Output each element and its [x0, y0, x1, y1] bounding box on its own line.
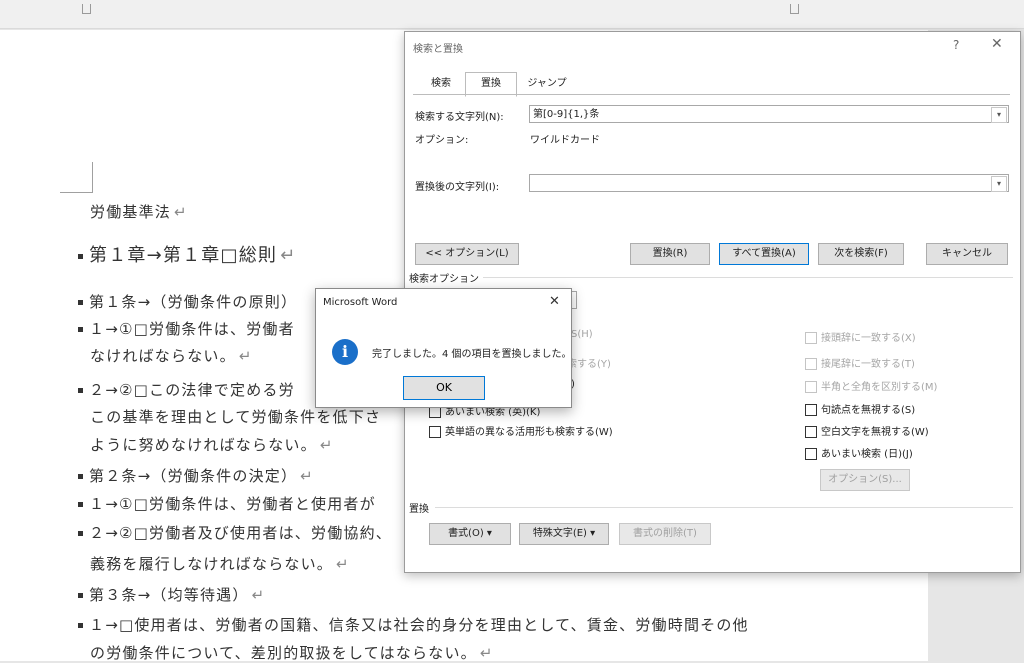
- message-box-body: i 完了しました。4 個の項目を置換しました。 OK: [317, 319, 572, 406]
- replace-input[interactable]: ▾: [529, 174, 1009, 192]
- dialog-title: 検索と置換: [413, 44, 463, 55]
- doc-line: １→□使用者は、労働者の国籍、信条又は社会的身分を理由として、賃金、労働時間その…: [78, 614, 749, 635]
- checkbox-icon[interactable]: [805, 448, 817, 460]
- search-options-header: 検索オプション: [409, 274, 479, 285]
- right-indent-marker-icon[interactable]: [790, 4, 799, 14]
- checkbox-icon[interactable]: [805, 426, 817, 438]
- tab-divider: [413, 94, 1010, 95]
- message-box-title: Microsoft Word: [323, 297, 398, 308]
- fuzzy-options-button[interactable]: オプション(S)...: [820, 469, 910, 491]
- find-next-button[interactable]: 次を検索(F): [818, 243, 904, 265]
- message-box: Microsoft Word ✕ i 完了しました。4 個の項目を置換しました。…: [315, 288, 572, 408]
- chevron-down-icon[interactable]: ▾: [991, 176, 1007, 192]
- less-options-button[interactable]: << オプション(L): [415, 243, 519, 265]
- section-divider: [435, 507, 1013, 508]
- section-divider: [483, 277, 1013, 278]
- word-forms-checkbox[interactable]: 英単語の異なる活用形も検索する(W): [429, 423, 613, 438]
- special-button[interactable]: 特殊文字(E) ▾: [519, 523, 609, 545]
- chevron-down-icon[interactable]: ▾: [991, 107, 1007, 123]
- doc-line: 第１条→（労働条件の原則）: [78, 291, 297, 312]
- doc-line: １→①□労働条件は、労働者: [78, 318, 295, 339]
- match-width-checkbox[interactable]: 半角と全角を区別する(M): [805, 378, 937, 393]
- doc-line: ２→②□この法律で定める労: [78, 379, 295, 400]
- doc-title: 労働基準法 ↵: [90, 203, 188, 221]
- close-icon[interactable]: ✕: [549, 294, 560, 309]
- doc-line: 第２条→（労働条件の決定） ↵: [78, 465, 314, 486]
- margin-crop-mark: [60, 162, 93, 193]
- format-button[interactable]: 書式(O) ▾: [429, 523, 511, 545]
- replace-section-header: 置換: [409, 504, 429, 515]
- doc-line: の労働条件について、差別的取扱をしてはならない。 ↵: [90, 644, 494, 662]
- cancel-button[interactable]: キャンセル: [926, 243, 1008, 265]
- match-prefix-checkbox[interactable]: 接頭辞に一致する(X): [805, 329, 916, 344]
- indent-marker-icon[interactable]: [82, 4, 91, 14]
- doc-line: なければならない。 ↵: [90, 347, 253, 365]
- replace-label: 置換後の文字列(I):: [415, 182, 500, 193]
- find-value: 第[0-9]{1,}条: [533, 109, 600, 120]
- options-label: オプション:: [415, 135, 469, 146]
- checkbox-icon[interactable]: [805, 381, 817, 393]
- options-value: ワイルドカード: [530, 135, 600, 146]
- info-icon: i: [332, 339, 358, 365]
- find-label: 検索する文字列(N):: [415, 112, 504, 123]
- tab-goto[interactable]: ジャンプ: [517, 72, 577, 96]
- fuzzy-japanese-checkbox[interactable]: あいまい検索 (日)(J): [805, 445, 913, 460]
- replace-all-button[interactable]: すべて置換(A): [719, 243, 809, 265]
- doc-line: ２→②□労働者及び使用者は、労働協約、: [78, 522, 392, 543]
- doc-line: １→①□労働条件は、労働者と使用者が: [78, 493, 376, 514]
- doc-line: 第１章→第１章□総則 ↵: [78, 241, 296, 267]
- find-input[interactable]: 第[0-9]{1,}条 ▾: [529, 105, 1009, 123]
- ok-button[interactable]: OK: [403, 376, 485, 400]
- doc-line: ように努めなければならない。 ↵: [90, 436, 334, 454]
- checkbox-icon[interactable]: [805, 358, 817, 370]
- checkbox-icon[interactable]: [429, 426, 441, 438]
- ribbon-bottom-strip: [0, 0, 1024, 29]
- partial-option-text: S(H): [571, 329, 593, 340]
- checkbox-icon[interactable]: [805, 332, 817, 344]
- no-formatting-button[interactable]: 書式の削除(T): [619, 523, 711, 545]
- replace-button[interactable]: 置換(R): [630, 243, 710, 265]
- tab-find[interactable]: 検索: [415, 72, 467, 96]
- doc-line: この基準を理由として労働条件を低下さ: [90, 408, 382, 426]
- help-button[interactable]: ?: [953, 38, 959, 52]
- ignore-punctuation-checkbox[interactable]: 句読点を無視する(S): [805, 401, 915, 416]
- match-suffix-checkbox[interactable]: 接尾辞に一致する(T): [805, 355, 915, 370]
- message-text: 完了しました。4 個の項目を置換しました。: [372, 349, 572, 360]
- ignore-whitespace-checkbox[interactable]: 空白文字を無視する(W): [805, 423, 929, 438]
- close-icon[interactable]: ✕: [991, 36, 1003, 52]
- doc-line: 義務を履行しなければならない。 ↵: [90, 555, 350, 573]
- doc-line: 第３条→（均等待遇） ↵: [78, 584, 265, 605]
- checkbox-icon[interactable]: [805, 404, 817, 416]
